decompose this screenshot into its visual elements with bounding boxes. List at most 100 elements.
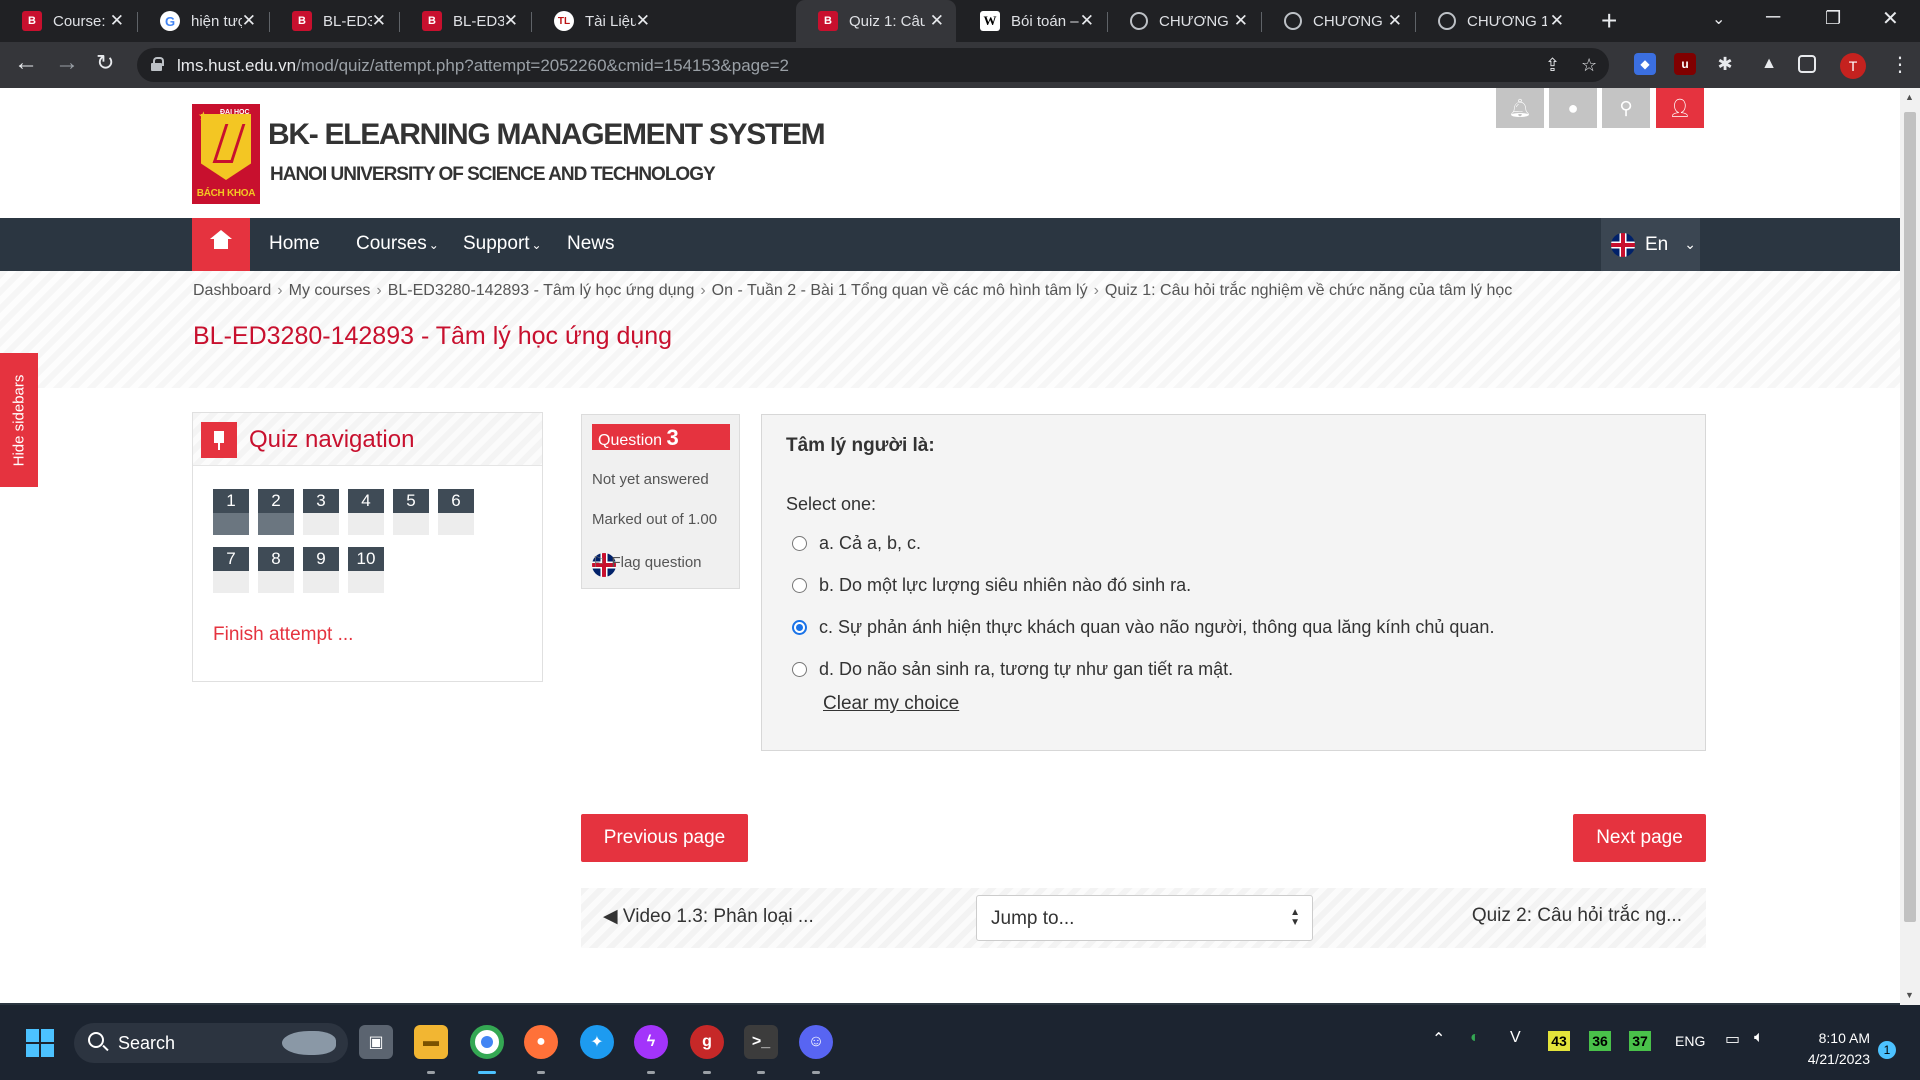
bitwarden-icon[interactable]: ◆	[1634, 53, 1656, 75]
windows-start-icon[interactable]	[26, 1029, 54, 1057]
breadcrumb-item[interactable]: On - Tuần 2 - Bài 1 Tổng quan về các mô …	[712, 282, 1088, 299]
new-tab-icon[interactable]: +	[1601, 5, 1617, 37]
chevron-up-icon[interactable]: ⌃	[1432, 1029, 1445, 1049]
radio-button[interactable]	[792, 577, 807, 593]
chrome-icon[interactable]	[470, 1025, 504, 1059]
browser-tab[interactable]: W Bói toán – Wikipedia ✕	[958, 0, 1106, 42]
breadcrumb-item[interactable]: BL-ED3280-142893 - Tâm lý học ứng dụng	[388, 282, 695, 299]
radio-button-selected[interactable]	[792, 619, 807, 635]
clock-date[interactable]: 4/21/2023	[1796, 1051, 1870, 1067]
close-icon[interactable]: ✕	[1234, 11, 1248, 31]
question-nav-button[interactable]: 9	[303, 547, 339, 593]
file-explorer-icon[interactable]: ▬	[414, 1025, 448, 1059]
browser-tab[interactable]: B BL-ED3280-142893 ✕	[400, 0, 530, 42]
scroll-up-icon[interactable]: ▲	[1905, 92, 1914, 102]
tray-badge[interactable]: 37	[1629, 1031, 1651, 1051]
nav-courses[interactable]: Courses ⌄	[356, 233, 439, 255]
question-nav-button[interactable]: 4	[348, 489, 384, 535]
more-icon[interactable]: ⋮	[1890, 52, 1910, 77]
chevron-down-icon[interactable]: ⌄	[1712, 9, 1725, 29]
browser-tab[interactable]: B Course: BL-ED3280-142893 ✕	[0, 0, 136, 42]
vim-icon[interactable]: V	[1510, 1029, 1521, 1047]
app-g-icon[interactable]: g	[690, 1025, 724, 1059]
flag-question-toggle[interactable]: ⚐ Flag question	[592, 553, 702, 577]
close-icon[interactable]: ✕	[1388, 11, 1402, 31]
previous-activity-link[interactable]: ◀ Video 1.3: Phân loại ...	[603, 905, 814, 928]
question-nav-button[interactable]: 10	[348, 547, 384, 593]
input-language[interactable]: ENG	[1675, 1033, 1705, 1049]
breadcrumb-item[interactable]: My courses	[289, 282, 371, 299]
close-icon[interactable]: ✕	[372, 11, 386, 31]
search-icon[interactable]: ⚲	[1602, 88, 1650, 128]
scrollbar-thumb[interactable]	[1904, 112, 1916, 922]
firefox-icon[interactable]: ●	[524, 1025, 558, 1059]
restore-icon[interactable]: ❐	[1825, 8, 1841, 29]
previous-page-button[interactable]: Previous page	[581, 814, 748, 862]
terminal-icon[interactable]: >_	[744, 1025, 778, 1059]
address-bar[interactable]: lms.hust.edu.vn/mod/quiz/attempt.php?att…	[137, 48, 1609, 82]
radio-button[interactable]	[792, 535, 807, 551]
answer-option-a[interactable]: a. Cả a, b, c.	[792, 531, 921, 555]
user-icon[interactable]: 👤︎	[1656, 88, 1704, 128]
nav-support[interactable]: Support ⌄	[463, 233, 542, 255]
bell-icon[interactable]: 🔔︎	[1496, 88, 1544, 128]
share-icon[interactable]: ⇪	[1545, 55, 1560, 76]
close-icon[interactable]: ✕	[636, 11, 650, 31]
question-nav-button[interactable]: 5	[393, 489, 429, 535]
vpn-icon[interactable]: ◐	[1470, 1029, 1480, 1047]
close-icon[interactable]: ✕	[1080, 11, 1094, 31]
breadcrumb-item[interactable]: Quiz 1: Câu hỏi trắc nghiệm về chức năng…	[1105, 282, 1512, 299]
nav-home[interactable]: Home	[269, 233, 320, 255]
question-nav-button[interactable]: 6	[438, 489, 474, 535]
clear-choice-link[interactable]: Clear my choice	[823, 693, 959, 715]
home-button[interactable]	[192, 218, 250, 271]
pin-icon[interactable]	[201, 422, 237, 458]
back-icon[interactable]: ←	[14, 49, 38, 77]
next-page-button[interactable]: Next page	[1573, 814, 1706, 862]
reload-icon[interactable]: ↻	[96, 50, 114, 76]
minimize-icon[interactable]: ─	[1766, 6, 1780, 29]
close-icon[interactable]: ✕	[1550, 11, 1564, 31]
clock-time[interactable]: 8:10 AM	[1810, 1030, 1870, 1046]
answer-option-c[interactable]: c. Sự phản ánh hiện thực khách quan vào …	[792, 615, 1494, 639]
answer-option-b[interactable]: b. Do một lực lượng siêu nhiên nào đó si…	[792, 573, 1191, 597]
jump-to-select[interactable]: Jump to... ▲ ▼	[976, 895, 1313, 941]
profile-avatar[interactable]: T	[1840, 53, 1866, 79]
twitter-icon[interactable]: ✦	[580, 1025, 614, 1059]
close-icon[interactable]: ✕	[110, 11, 124, 31]
browser-tab[interactable]: CHƯƠNG 1 ✕	[1416, 0, 1576, 42]
star-icon[interactable]: ☆	[1581, 55, 1597, 76]
language-selector[interactable]: En ⌄	[1601, 218, 1700, 271]
flask-icon[interactable]: ▲	[1758, 53, 1780, 75]
chat-icon[interactable]: ●	[1549, 88, 1597, 128]
browser-tab[interactable]: TL Tài Liệu HUST ✕	[532, 0, 662, 42]
tray-badge[interactable]: 36	[1589, 1031, 1611, 1051]
browser-tab[interactable]: CHƯƠNG 1 ✕	[1262, 0, 1414, 42]
ublock-icon[interactable]: u	[1674, 53, 1696, 75]
answer-option-d[interactable]: d. Do não sản sinh ra, tương tự như gan …	[792, 657, 1233, 681]
hust-logo[interactable]: ★ ĐẠI HỌC BÁCH KHOA	[192, 104, 260, 204]
forward-icon[interactable]: →	[55, 49, 79, 77]
question-nav-button-current[interactable]: 3	[303, 489, 339, 535]
scroll-down-icon[interactable]: ▼	[1905, 990, 1914, 1000]
network-icon[interactable]: ▭	[1725, 1029, 1740, 1049]
finish-attempt-link[interactable]: Finish attempt ...	[213, 624, 353, 646]
question-nav-button[interactable]: 8	[258, 547, 294, 593]
breadcrumb-item[interactable]: Dashboard	[193, 282, 271, 299]
close-icon[interactable]: ✕	[930, 11, 944, 31]
browser-tab-active[interactable]: B Quiz 1: Câu hỏi trắc nghiệm ✕	[796, 0, 956, 42]
url-text[interactable]: lms.hust.edu.vn/mod/quiz/attempt.php?att…	[177, 56, 789, 76]
close-icon[interactable]: ✕	[504, 11, 518, 31]
volume-icon[interactable]: 🔈︎	[1754, 1029, 1764, 1047]
close-icon[interactable]: ✕	[242, 11, 256, 31]
notification-badge[interactable]: 1	[1878, 1041, 1896, 1059]
browser-tab[interactable]: CHƯƠNG 1 ✕	[1108, 0, 1260, 42]
question-nav-button[interactable]: 7	[213, 547, 249, 593]
next-activity-link[interactable]: Quiz 2: Câu hỏi trắc ng...	[1472, 905, 1682, 927]
sidepanel-icon[interactable]	[1798, 55, 1816, 73]
page-scrollbar[interactable]: ▲ ▼	[1900, 88, 1920, 1005]
close-window-icon[interactable]: ✕	[1882, 6, 1899, 31]
extensions-icon[interactable]: ✱	[1714, 53, 1736, 75]
nav-news[interactable]: News	[567, 233, 615, 255]
radio-button[interactable]	[792, 661, 807, 677]
